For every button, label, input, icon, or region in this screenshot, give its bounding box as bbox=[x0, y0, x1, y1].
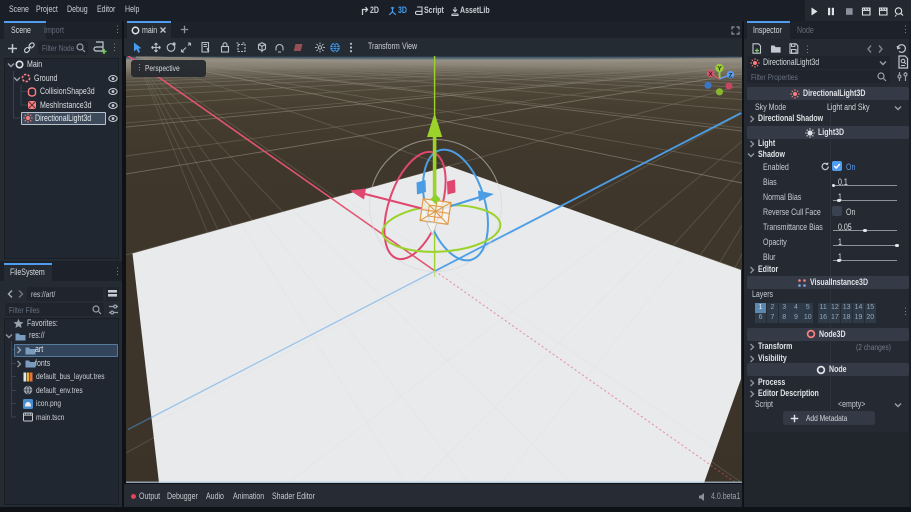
svg-text:X: X bbox=[708, 71, 713, 78]
svg-text:Y: Y bbox=[717, 66, 722, 73]
svg-text:Z: Z bbox=[729, 72, 733, 79]
